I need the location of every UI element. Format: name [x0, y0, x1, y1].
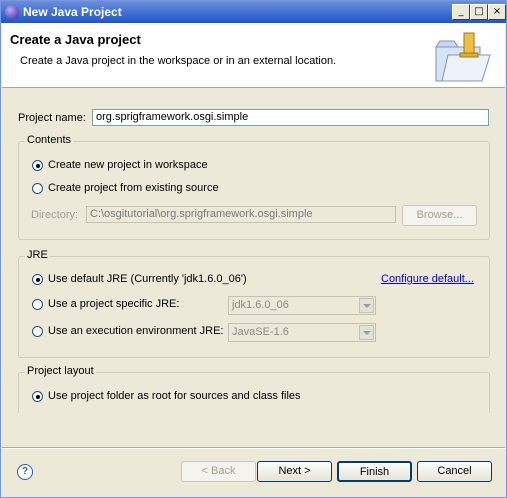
specific-jre-label[interactable]: Use a project specific JRE: [48, 298, 179, 310]
execution-env-radio[interactable] [32, 326, 43, 337]
specific-jre-value: jdk1.6.0_06 [232, 299, 289, 311]
next-button[interactable]: Next > [257, 461, 332, 482]
existing-source-radio[interactable] [32, 183, 43, 194]
project-name-input[interactable]: org.sprigframework.osgi.simple [92, 109, 489, 126]
wizard-description: Create a Java project in the workspace o… [20, 55, 337, 67]
create-new-project-label[interactable]: Create new project in workspace [48, 159, 208, 171]
eclipse-icon [5, 5, 19, 19]
footer-separator [2, 447, 505, 449]
finish-button[interactable]: Finish [337, 461, 412, 482]
project-folder-root-label[interactable]: Use project folder as root for sources a… [48, 390, 301, 402]
project-folder-root-radio[interactable] [32, 391, 43, 402]
chevron-down-icon[interactable] [359, 298, 374, 313]
window-title: New Java Project [23, 5, 122, 19]
title-bar[interactable]: New Java Project _ □ × [1, 1, 506, 23]
configure-default-link[interactable]: Configure default... [381, 273, 474, 285]
specific-jre-combo[interactable]: jdk1.6.0_06 [228, 296, 376, 315]
directory-label: Directory: [31, 209, 79, 221]
cancel-button[interactable]: Cancel [417, 461, 492, 482]
execution-env-value: JavaSE-1.6 [232, 326, 289, 338]
wizard-header: Create a Java project Create a Java proj… [2, 23, 505, 88]
default-jre-label[interactable]: Use default JRE (Currently 'jdk1.6.0_06'… [48, 273, 247, 285]
create-new-project-radio[interactable] [32, 160, 43, 171]
new-java-project-window: New Java Project _ □ × Create a Java pro… [0, 0, 507, 498]
project-layout-group-title: Project layout [25, 365, 96, 377]
directory-input[interactable]: C:\osgitutorial\org.sprigframework.osgi.… [86, 206, 396, 223]
execution-env-label[interactable]: Use an execution environment JRE: [48, 325, 223, 337]
new-java-project-folder-icon [435, 32, 491, 82]
maximize-button[interactable]: □ [470, 4, 488, 20]
close-button[interactable]: × [488, 4, 506, 20]
help-icon[interactable]: ? [17, 464, 33, 480]
default-jre-radio[interactable] [32, 274, 43, 285]
jre-group-title: JRE [25, 249, 50, 261]
specific-jre-radio[interactable] [32, 299, 43, 310]
execution-env-combo[interactable]: JavaSE-1.6 [228, 323, 376, 342]
wizard-title: Create a Java project [10, 32, 141, 47]
chevron-down-icon[interactable] [359, 325, 374, 340]
contents-group-title: Contents [25, 134, 74, 146]
browse-button[interactable]: Browse... [402, 205, 477, 226]
existing-source-label[interactable]: Create project from existing source [48, 182, 219, 194]
project-name-label: Project name: [18, 112, 86, 124]
minimize-button[interactable]: _ [452, 4, 470, 20]
back-button[interactable]: < Back [181, 461, 256, 482]
